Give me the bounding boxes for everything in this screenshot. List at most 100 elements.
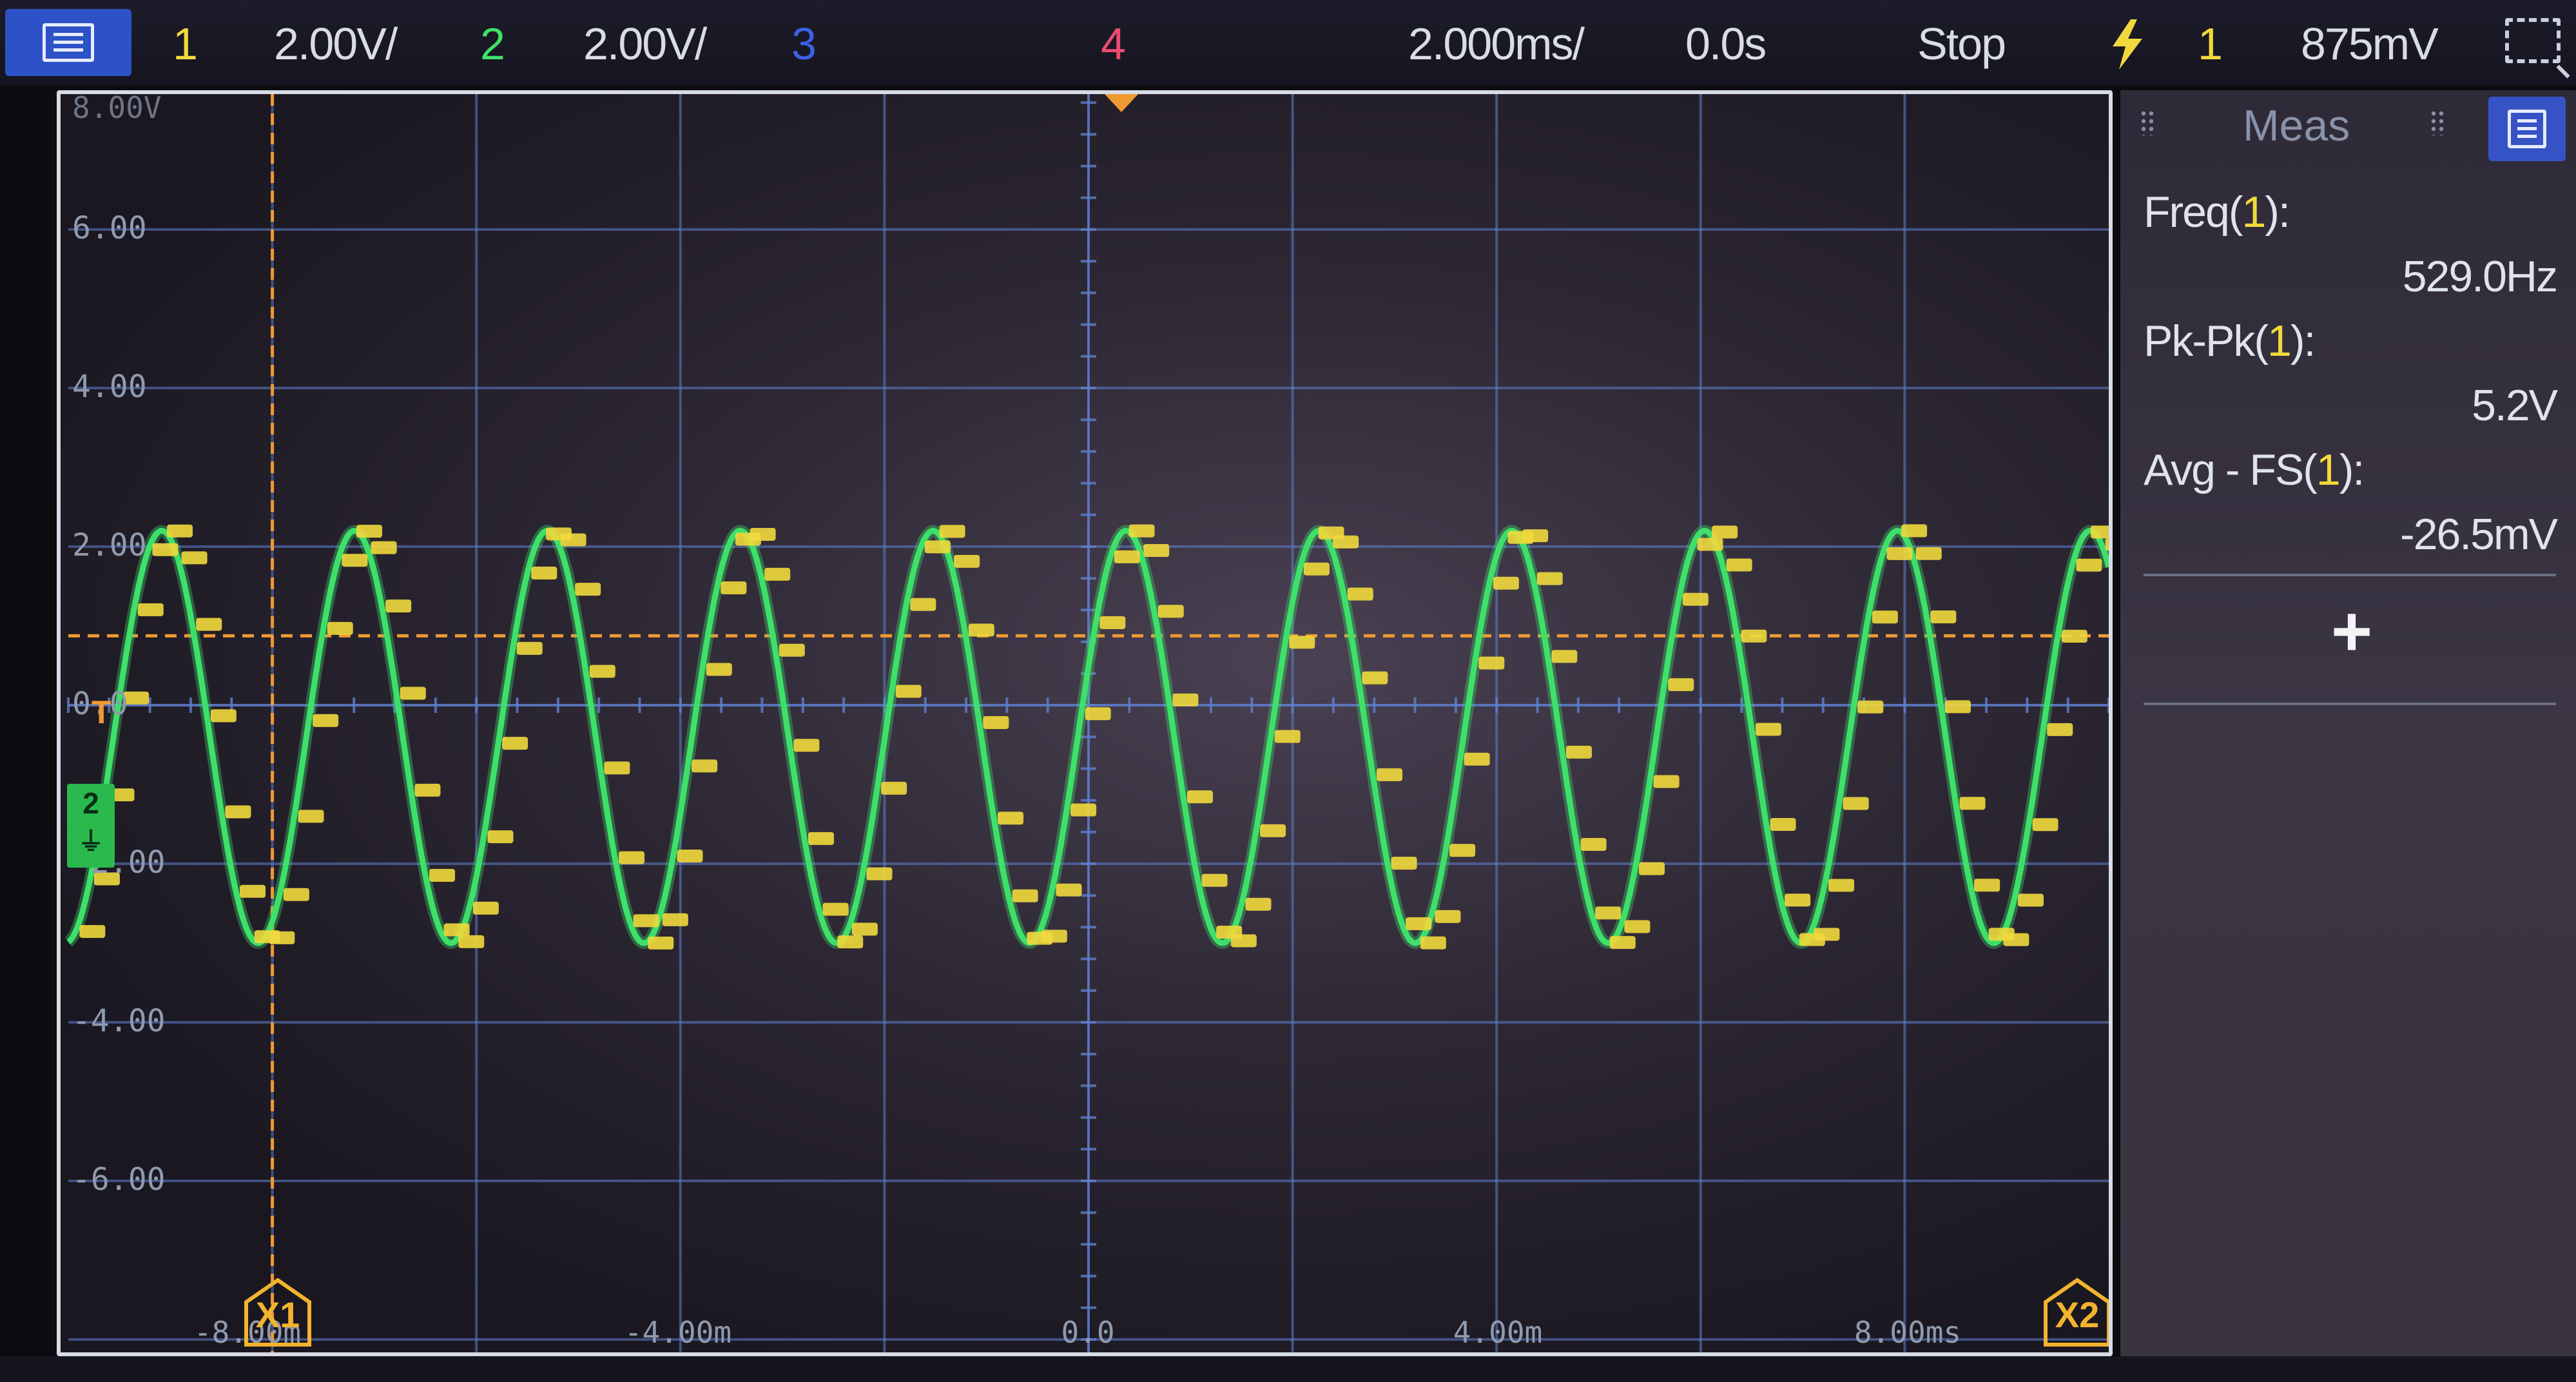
trigger-edge-icon[interactable]: [2107, 19, 2146, 70]
meas-pkpk-label[interactable]: Pk-Pk(1):: [2144, 316, 2316, 366]
ch1-sample-mark: [137, 603, 164, 616]
ch1-sample-mark: [196, 618, 222, 631]
ch1-sample-mark: [1595, 906, 1622, 920]
ch1-sample-mark: [822, 902, 849, 916]
y-label-4: 4.00: [72, 369, 147, 405]
ch1-sample-mark: [1128, 524, 1155, 538]
timebase-scale[interactable]: 2.000ms/: [1408, 13, 1585, 75]
ch1-sample-mark: [516, 641, 543, 655]
list-icon: [2508, 110, 2546, 148]
ch1-sample-mark: [1726, 558, 1752, 572]
ch1-sample-mark: [1449, 844, 1476, 857]
x-label-4: 4.00m: [1453, 1315, 1543, 1350]
ch1-sample-mark: [1012, 889, 1038, 902]
horizontal-delay[interactable]: 0.0s: [1685, 13, 1767, 75]
ch1-sample-mark: [1070, 803, 1097, 817]
meas-divider: [2144, 703, 2556, 705]
ch1-sample-mark: [692, 759, 718, 773]
ch1-sample-mark: [1814, 928, 1840, 941]
ch1-sample-mark: [808, 832, 835, 845]
ch1-sample-mark: [1551, 650, 1578, 663]
run-stop-status[interactable]: Stop: [1917, 13, 2006, 75]
main-menu-button[interactable]: [5, 9, 131, 76]
drag-handle-icon[interactable]: [2430, 110, 2445, 135]
ch1-sample-mark: [1915, 547, 1942, 560]
meas-menu-button[interactable]: [2488, 97, 2566, 161]
ch1-sample-mark: [1901, 524, 1928, 538]
ch1-sample-mark: [1435, 910, 1461, 923]
ch1-sample-mark: [1303, 562, 1330, 576]
ch1-sample-mark: [1420, 936, 1446, 949]
ch1-sample-mark: [1741, 629, 1767, 643]
ch2-scale[interactable]: 2.00V/: [583, 13, 707, 75]
ch1-sample-mark: [1114, 550, 1140, 563]
ch1-sample-mark: [210, 709, 237, 723]
add-measurement-button[interactable]: +: [2323, 596, 2381, 667]
ch1-sample-mark: [910, 598, 936, 611]
ch1-sample-mark: [648, 936, 674, 949]
meas-header[interactable]: Meas: [2120, 90, 2576, 168]
ch1-sample-mark: [1143, 544, 1170, 558]
ch1-sample-mark: [1959, 797, 1986, 810]
ch1-sample-mark: [1522, 529, 1549, 543]
meas-avg-label[interactable]: Avg - FS(1):: [2144, 445, 2365, 495]
ch1-scale[interactable]: 2.00V/: [274, 13, 398, 75]
ch1-sample-mark: [1857, 700, 1884, 714]
ch1-sample-mark: [1668, 678, 1694, 692]
ch1-sample-mark: [2018, 893, 2044, 907]
ch1-sample-mark: [1172, 693, 1199, 706]
ch1-sample-mark: [342, 554, 368, 567]
ch2-label[interactable]: 2: [480, 13, 505, 75]
ch1-sample-mark: [589, 665, 615, 678]
ch1-sample-mark: [1843, 797, 1869, 810]
ch2-offset-marker[interactable]: 2 ⏚: [67, 784, 115, 868]
y-label-6: 6.00: [72, 210, 147, 246]
ch1-sample-mark: [1186, 790, 1213, 804]
trigger-source[interactable]: 1: [2198, 13, 2223, 75]
trigger-level[interactable]: 875mV: [2301, 13, 2439, 75]
ch1-sample-mark: [1712, 525, 1738, 539]
ch1-sample-mark: [1391, 857, 1417, 870]
ch1-sample-mark: [983, 715, 1009, 729]
meas-freq-label[interactable]: Freq(1):: [2144, 187, 2290, 237]
ch1-sample-mark: [1464, 752, 1490, 766]
ch1-sample-mark: [793, 739, 820, 752]
zoom-select-icon[interactable]: [2505, 18, 2561, 63]
waveform-display[interactable]: 8.00V 6.00 4.00 2.00 0.0 -2.00 -4.00 -6.…: [57, 90, 2113, 1356]
ch1-sample-mark: [895, 685, 922, 698]
ch1-label[interactable]: 1: [173, 13, 198, 75]
ch1-sample-mark: [968, 623, 994, 637]
ch1-sample-mark: [1478, 656, 1505, 670]
ch1-sample-mark: [240, 884, 266, 898]
ch1-sample-mark: [1260, 824, 1286, 837]
cursor-x2-handle[interactable]: X2: [2042, 1276, 2109, 1347]
ch1-sample-mark: [1886, 547, 1913, 560]
meas-pkpk-value: 5.2V: [2472, 381, 2558, 430]
ch1-sample-mark: [560, 533, 586, 547]
ch1-sample-mark: [1274, 730, 1301, 743]
ch1-sample-mark: [677, 850, 703, 863]
cursor-x2-label: X2: [2055, 1294, 2100, 1335]
ch1-sample-mark: [954, 554, 980, 568]
ch1-sample-mark: [313, 714, 339, 727]
ch1-sample-mark: [1974, 879, 2000, 892]
ch1-sample-mark: [764, 567, 791, 581]
ch1-sample-mark: [2076, 558, 2102, 572]
drag-handle-icon[interactable]: [2140, 110, 2155, 135]
ch1-sample-mark: [152, 543, 179, 556]
ch1-sample-mark: [2003, 933, 2029, 946]
ch1-sample-mark: [721, 581, 747, 594]
ch1-sample-mark: [1872, 610, 1898, 624]
cursor-x1-handle[interactable]: X1: [242, 1276, 313, 1347]
trigger-level-marker[interactable]: T: [92, 694, 111, 731]
ch1-sample-mark: [2061, 630, 2087, 643]
ch1-sample-mark: [779, 643, 805, 657]
trigger-position-marker[interactable]: [1105, 94, 1138, 112]
ch1-sample-mark: [1944, 700, 1971, 714]
ch1-sample-mark: [1347, 587, 1373, 601]
ch1-sample-mark: [2032, 818, 2058, 832]
ch4-label[interactable]: 4: [1101, 13, 1126, 75]
ch1-sample-mark: [1785, 893, 1811, 907]
ch1-sample-mark: [998, 812, 1024, 825]
ch3-label[interactable]: 3: [791, 13, 817, 75]
